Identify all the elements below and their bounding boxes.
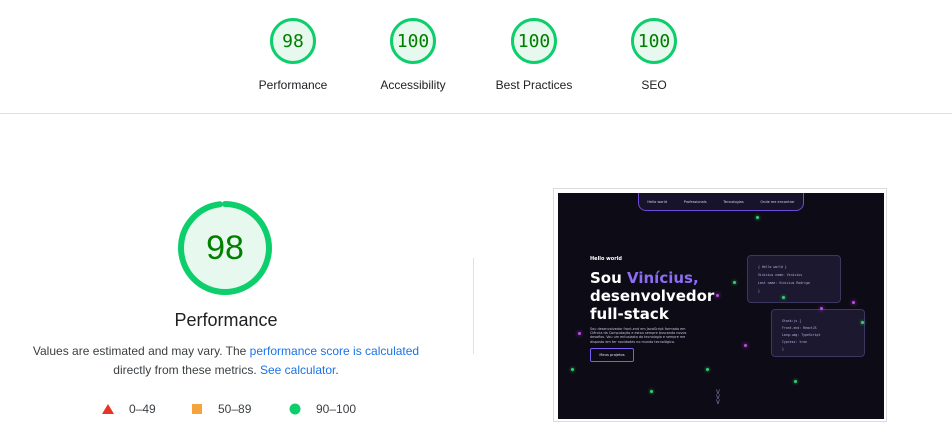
particle-dot [744, 344, 747, 347]
code-line: Lang-uag: TypeScript [782, 333, 821, 337]
seo-label: SEO [641, 78, 667, 92]
square-icon [192, 404, 202, 414]
legend-pass-range: 90–100 [316, 402, 357, 416]
accessibility-label: Accessibility [380, 78, 446, 92]
particle-dot [756, 216, 759, 219]
best-practices-score: 100 [517, 30, 551, 52]
gauge-best-practices[interactable]: 100 Best Practices [474, 18, 594, 92]
site-nav-item: Professionals [683, 199, 707, 204]
category-summary-bar: 98 Performance 100 Accessibility 100 Bes… [0, 0, 952, 114]
particle-dot [782, 296, 785, 299]
description-text-1: Values are estimated and may vary. The [32, 344, 250, 358]
particle-dot [852, 301, 855, 304]
site-nav-item: Tecnologias [723, 199, 744, 204]
divider [473, 258, 474, 354]
particle-dot [706, 368, 709, 371]
legend-average: 50–89 [191, 400, 251, 418]
site-hero-heading: Sou Vinícius, desenvolvedor full-stack [590, 269, 730, 323]
particle-dot [578, 332, 581, 335]
site-nav-item: Onde me encontrar [760, 199, 795, 204]
performance-title: Performance [174, 310, 278, 330]
particle-dot [650, 390, 653, 393]
particle-dot [733, 281, 736, 284]
gauge-accessibility[interactable]: 100 Accessibility [353, 18, 473, 92]
performance-description: Values are estimated and may vary. The p… [20, 342, 432, 380]
code-line: Stack:js { [782, 319, 802, 323]
code-line: Cypress: true [782, 340, 807, 344]
code-card-2: Stack:js { Front-end: ReactJS Lang-uag: … [771, 309, 865, 357]
code-line: Vinícius name: Vinícius [758, 273, 803, 277]
code-line: Front-end: ReactJS [782, 326, 817, 330]
hero-line3: full-stack [590, 305, 669, 323]
legend-fail: 0–49 [101, 400, 156, 418]
legend-pass: 90–100 [289, 400, 356, 418]
code-line: Last name: Vinícius Rodrigo [758, 281, 810, 285]
particle-dot [794, 380, 797, 383]
performance-score-large: 98 [206, 228, 244, 267]
legend-average-range: 50–89 [218, 402, 252, 416]
performance-score-link[interactable]: performance score is calculated [250, 344, 419, 358]
code-line: { Hello world } [758, 265, 787, 269]
gauge-seo[interactable]: 100 SEO [594, 18, 714, 92]
accessibility-score-ring: 100 [390, 18, 436, 64]
accessibility-score: 100 [396, 30, 430, 52]
hero-line2: desenvolvedor [590, 287, 715, 305]
site-nav: Hello world Professionals Tecnologias On… [638, 193, 804, 211]
seo-score: 100 [637, 30, 671, 52]
final-screenshot[interactable]: Hello world Professionals Tecnologias On… [558, 193, 884, 419]
performance-label: Performance [258, 78, 328, 92]
seo-score-ring: 100 [631, 18, 677, 64]
calculator-link[interactable]: See calculator [260, 363, 335, 377]
scroll-down-icon: ∨ ∨ ∨ [715, 387, 721, 406]
best-practices-score-ring: 100 [511, 18, 557, 64]
description-text-2: directly from these metrics. [113, 363, 260, 377]
hero-line1: Sou [590, 269, 628, 287]
legend-fail-range: 0–49 [129, 402, 156, 416]
performance-score-ring: 98 [270, 18, 316, 64]
site-nav-item: Hello world [647, 199, 667, 204]
particle-dot [861, 321, 864, 324]
gauge-performance[interactable]: 98 Performance [233, 18, 353, 92]
site-paragraph: Sou desenvolvedor front-end em JavaScrip… [590, 327, 687, 344]
code-card-1: { Hello world } Vinícius name: Vinícius … [747, 255, 841, 303]
triangle-icon [102, 404, 114, 414]
particle-dot [716, 294, 719, 297]
code-line: } [782, 347, 784, 351]
description-end: . [335, 363, 339, 377]
site-cta-button: Meus projetos [590, 348, 634, 362]
particle-dot [820, 307, 823, 310]
hero-name: Vinícius, [627, 269, 699, 287]
code-line: } [758, 289, 760, 293]
circle-icon [289, 403, 301, 415]
best-practices-label: Best Practices [495, 78, 573, 92]
performance-score: 98 [282, 30, 304, 52]
site-hello: Hello world [590, 256, 622, 262]
particle-dot [571, 368, 574, 371]
